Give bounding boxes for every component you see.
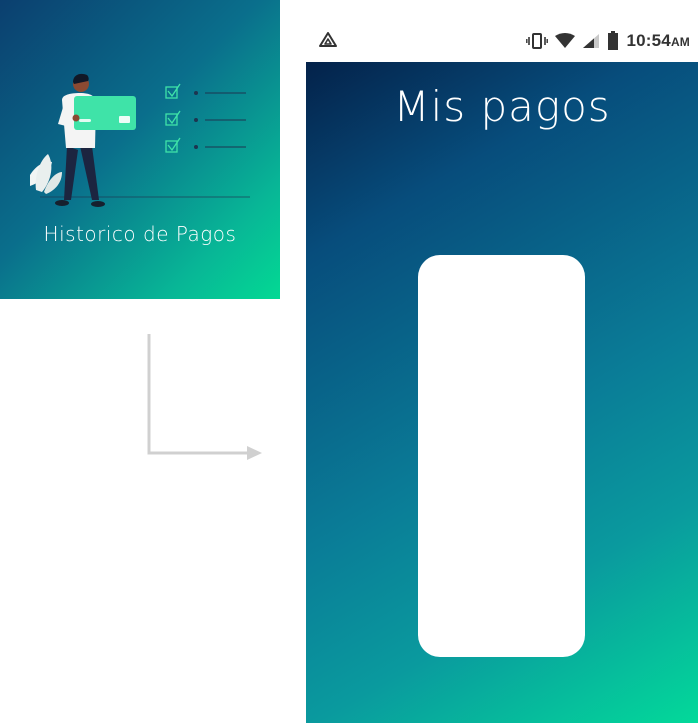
status-time: 10:54AM [626, 31, 690, 50]
status-bar: 10:54AM [306, 20, 698, 62]
status-ampm: AM [670, 35, 690, 49]
wifi-icon [555, 33, 576, 48]
flow-arrow-icon [147, 334, 262, 460]
battery-icon [608, 31, 619, 50]
historico-pagos-card[interactable]: Historico de Pagos [0, 0, 280, 299]
person-holding-credit-card-icon [30, 73, 250, 207]
vibrate-icon [526, 33, 549, 49]
page-title: Mis pagos [393, 82, 611, 131]
mis-pagos-screen: Mis pagos [306, 62, 698, 723]
drive-icon [319, 32, 337, 47]
card-label: Historico de Pagos [43, 222, 237, 246]
phone-screen: 10:54AM Mis pagos [306, 20, 698, 723]
payments-card[interactable] [418, 255, 585, 657]
cell-signal-icon [583, 34, 600, 48]
